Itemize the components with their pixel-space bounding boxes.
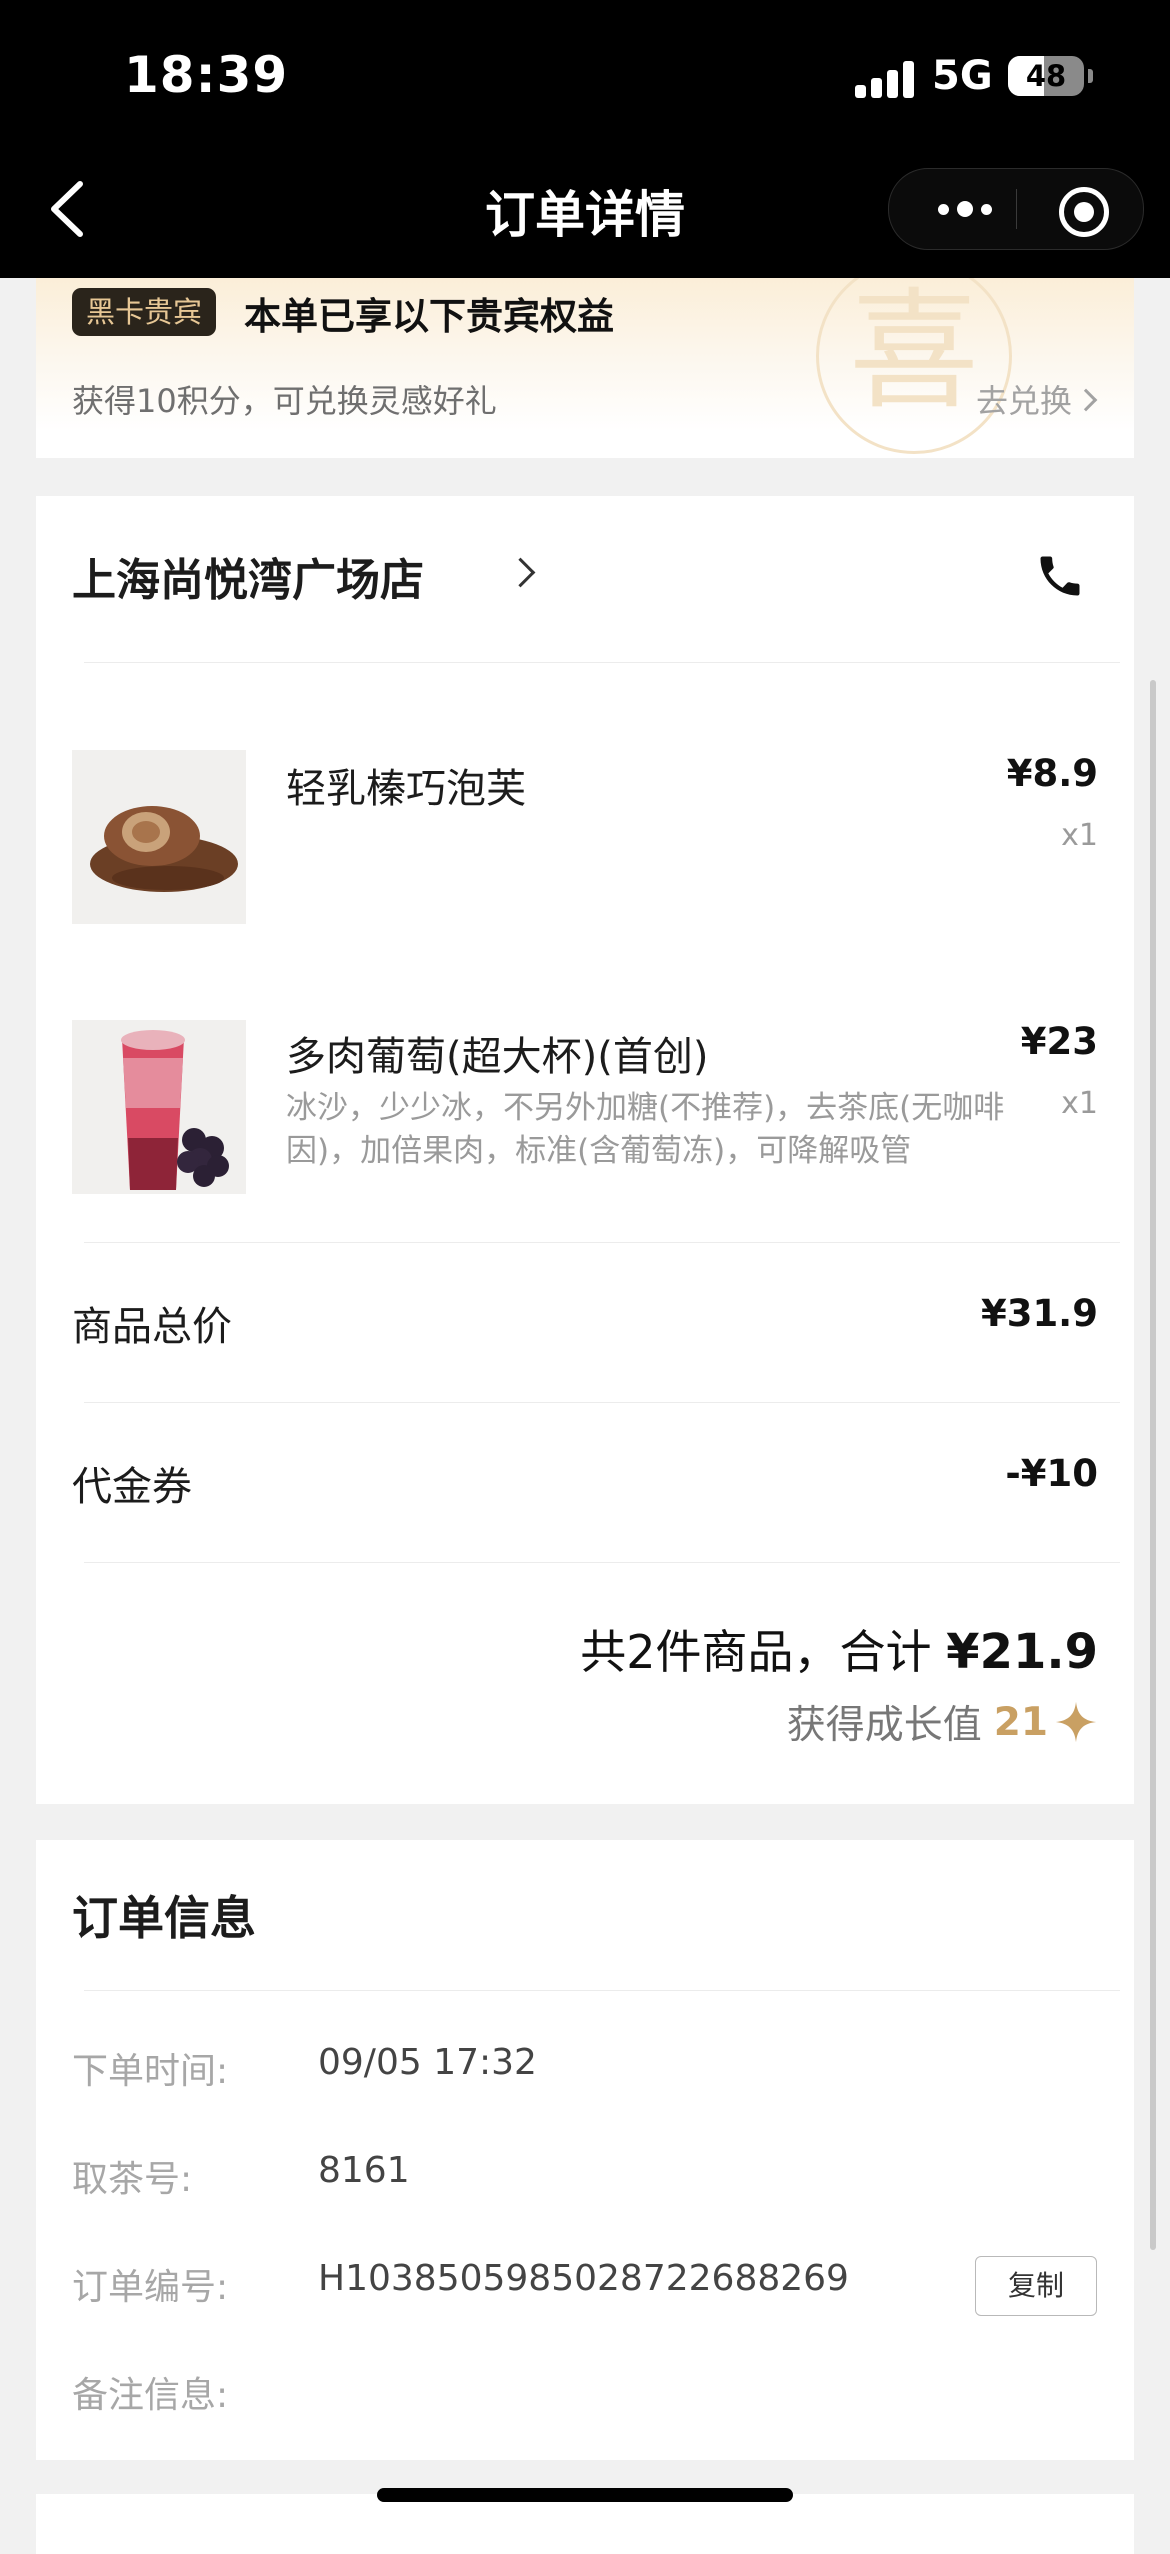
status-time: 18:39 bbox=[124, 46, 289, 104]
subtotal-value: ¥31.9 bbox=[980, 1292, 1098, 1335]
subtotal-label: 商品总价 bbox=[72, 1304, 232, 1350]
copy-button[interactable]: 复制 bbox=[975, 2256, 1097, 2316]
phone-icon bbox=[1040, 556, 1080, 596]
order-time-value: 09/05 17:32 bbox=[318, 2042, 537, 2083]
pickup-number-label: 取茶号: bbox=[72, 2159, 193, 2200]
battery-tip bbox=[1088, 69, 1093, 83]
capsule-divider bbox=[1016, 189, 1017, 229]
next-card-partial bbox=[36, 2494, 1134, 2554]
top-bar: 18:39 5G 48 订单详情 bbox=[0, 0, 1170, 278]
order-info-title: 订单信息 bbox=[72, 1891, 256, 1945]
watermark-logo: 喜 bbox=[816, 278, 1012, 454]
battery-percent: 48 bbox=[1025, 59, 1067, 93]
redeem-link[interactable]: 去兑换 bbox=[975, 376, 1098, 422]
scrollbar[interactable] bbox=[1150, 680, 1156, 2250]
voucher-label: 代金券 bbox=[72, 1464, 192, 1510]
store-name-link[interactable]: 上海尚悦湾广场店 bbox=[72, 544, 424, 608]
product-image-puff bbox=[72, 750, 246, 924]
product-options: 冰沙，少少冰，不另外加糖(不推荐)，去茶底(无咖啡因)，加倍果肉，标准(含葡萄冻… bbox=[286, 1090, 1005, 1169]
pickup-number-value: 8161 bbox=[318, 2150, 410, 2191]
battery-icon: 48 bbox=[1008, 56, 1084, 96]
close-miniprogram-icon[interactable] bbox=[1059, 187, 1109, 237]
order-time-label: 下单时间: bbox=[72, 2051, 229, 2092]
order-total: 共2件商品，合计 ¥21.9 bbox=[580, 1616, 1098, 1682]
divider bbox=[84, 1402, 1120, 1403]
redeem-label: 去兑换 bbox=[975, 382, 1072, 420]
divider bbox=[84, 662, 1120, 663]
network-type: 5G bbox=[932, 53, 993, 99]
more-dot-icon bbox=[957, 201, 973, 217]
product-qty: x1 bbox=[1061, 818, 1098, 853]
vip-badge: 黑卡贵宾 bbox=[72, 288, 217, 336]
cellular-signal-icon bbox=[855, 60, 915, 98]
order-number-label: 订单编号: bbox=[72, 2267, 229, 2308]
product-price: ¥8.9 bbox=[1006, 752, 1098, 795]
total-amount: ¥21.9 bbox=[946, 1624, 1098, 1680]
divider bbox=[84, 1562, 1120, 1563]
total-prefix: 共2件商品，合计 bbox=[580, 1625, 932, 1679]
order-card: 上海尚悦湾广场店 轻乳榛巧泡芙 ¥8.9 x1 多肉葡萄(超大杯)(首创) ¥2… bbox=[36, 496, 1134, 1804]
order-number-value: H103850598502872268826​9 bbox=[318, 2258, 849, 2299]
remark-label: 备注信息: bbox=[72, 2375, 229, 2416]
more-menu-button[interactable] bbox=[925, 169, 1005, 249]
growth-points: 获得成长值 21 bbox=[787, 1694, 1098, 1750]
benefit-subtitle: 获得10积分，可兑换灵感好礼 bbox=[72, 382, 497, 420]
chevron-right-icon bbox=[505, 557, 536, 588]
vip-benefit-card: 喜 黑卡贵宾 本单已享以下贵宾权益 获得10积分，可兑换灵感好礼 去兑换 bbox=[36, 278, 1134, 458]
product-price: ¥23 bbox=[1020, 1020, 1098, 1063]
divider bbox=[84, 1242, 1120, 1243]
voucher-value: -¥10 bbox=[1005, 1452, 1098, 1495]
sparkle-icon bbox=[1055, 1701, 1097, 1743]
chevron-right-icon bbox=[1074, 388, 1098, 412]
product-name: 轻乳榛巧泡芙 bbox=[286, 766, 526, 812]
divider bbox=[84, 1990, 1120, 1991]
home-indicator[interactable] bbox=[377, 2488, 793, 2502]
product-qty: x1 bbox=[1061, 1086, 1098, 1121]
more-dot-icon bbox=[981, 203, 992, 215]
order-info-card: 订单信息 下单时间: 09/05 17:32 取茶号: 8161 订单编号: H… bbox=[36, 1840, 1134, 2460]
mini-program-capsule bbox=[888, 168, 1144, 250]
growth-label: 获得成长值 bbox=[786, 1703, 982, 1748]
product-image-grape bbox=[72, 1020, 246, 1194]
product-name: 多肉葡萄(超大杯)(首创) bbox=[286, 1034, 709, 1080]
benefit-title: 本单已享以下贵宾权益 bbox=[244, 295, 614, 338]
growth-value: 21 bbox=[993, 1699, 1048, 1745]
phone-call-button[interactable] bbox=[1034, 550, 1086, 602]
more-dot-icon bbox=[938, 203, 949, 215]
